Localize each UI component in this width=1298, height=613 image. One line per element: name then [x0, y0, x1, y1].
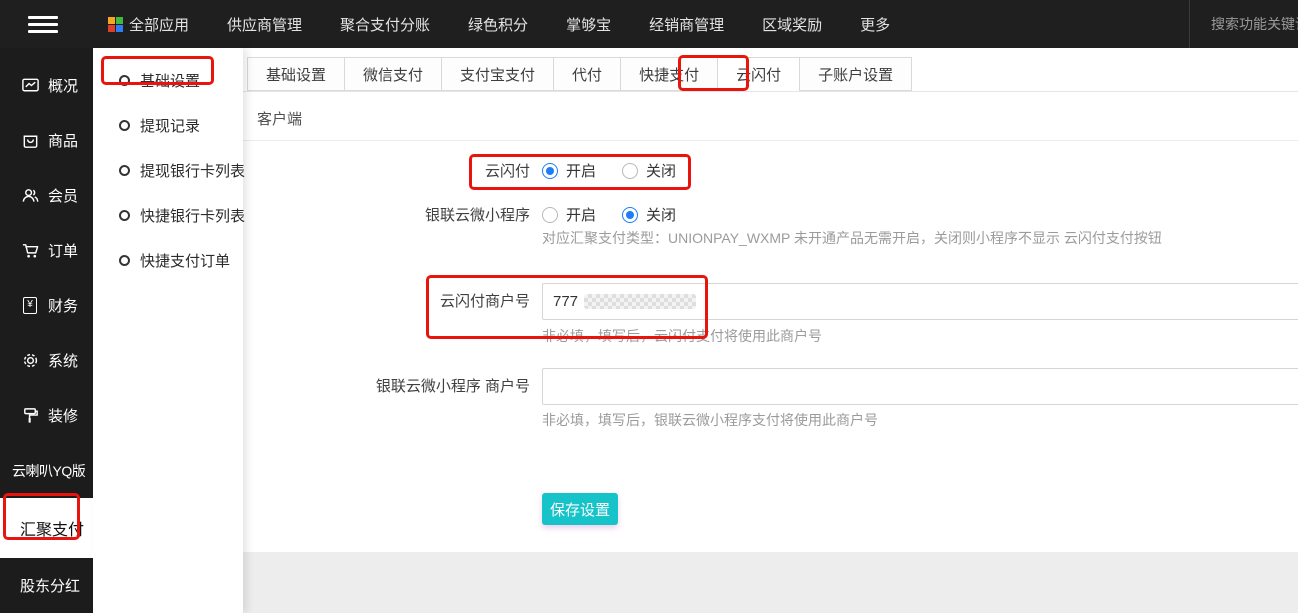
submenu-label: 基础设置 — [140, 73, 201, 90]
circle-bullet-icon — [119, 75, 130, 86]
submenu-label: 快捷银行卡列表 — [140, 208, 246, 225]
miniprogram-mchid-input[interactable] — [542, 368, 1298, 405]
miniprogram-mchid-helper: 非必填，填写后，银联云微小程序支付将使用此商户号 — [542, 412, 878, 428]
search-placeholder: 搜索功能关键词 — [1211, 16, 1298, 32]
sidebar-label: 商品 — [48, 133, 79, 150]
payment-tabbar: 基础设置 微信支付 支付宝支付 代付 快捷支付 云闪付 子账户设置 — [243, 57, 1298, 92]
submenu-label: 提现记录 — [140, 118, 201, 135]
radio-miniprogram-off[interactable]: 关闭 — [622, 204, 676, 225]
tab-unionpay-cloudflash[interactable]: 云闪付 — [717, 57, 801, 91]
submenu-sidebar: 基础设置 提现记录 提现银行卡列表 快捷银行卡列表 快捷支付订单 — [93, 48, 246, 613]
unionpay-mchid-label: 云闪付商户号 — [439, 293, 530, 310]
miniprogram-toggle-helper: 对应汇聚支付类型：UNIONPAY_WXMP 未开通产品无需开启，关闭则小程序不… — [542, 230, 1162, 246]
unionpay-toggle-label: 云闪付 — [484, 163, 530, 180]
save-settings-button[interactable]: 保存设置 — [542, 493, 618, 525]
topnav-region-reward[interactable]: 区域奖励 — [762, 14, 822, 35]
settings-panel: 基础设置 微信支付 支付宝支付 代付 快捷支付 云闪付 子账户设置 客户端 云闪… — [243, 48, 1298, 552]
radio-miniprogram-on[interactable]: 开启 — [542, 204, 596, 225]
sidebar-item-order[interactable]: 订单 — [0, 223, 93, 278]
radio-icon — [622, 206, 639, 223]
hamburger-menu-icon[interactable] — [28, 12, 58, 37]
overview-icon — [20, 76, 40, 96]
tab-alipay[interactable]: 支付宝支付 — [441, 57, 555, 91]
sidebar-item-decorate[interactable]: 装修 — [0, 388, 93, 443]
left-sidebar: 概况 商品 会员 订单 ¥ 财务 系统 装修 云喇叭YQ版 汇聚支付 股东分红 — [0, 48, 93, 613]
topnav-split-pay[interactable]: 聚合支付分账 — [340, 14, 430, 35]
tab-daifu[interactable]: 代付 — [553, 57, 622, 91]
sidebar-label: 系统 — [48, 353, 79, 370]
sidebar-label: 财务 — [48, 298, 79, 315]
miniprogram-mchid-label: 银联云微小程序 商户号 — [375, 378, 530, 395]
topnav-dealer[interactable]: 经销商管理 — [649, 14, 724, 35]
topnav-more[interactable]: 更多 — [860, 14, 890, 35]
tab-quickpay[interactable]: 快捷支付 — [620, 57, 719, 91]
miniprogram-toggle-radios: 开启 关闭 — [542, 204, 676, 225]
finance-icon: ¥ — [20, 296, 40, 316]
sidebar-label: 会员 — [48, 188, 79, 205]
admin-page: { "topbar": { "menu_items": [ { "label":… — [0, 0, 1298, 613]
apps-grid-icon — [108, 16, 123, 32]
submenu-item-withdraw-records[interactable]: 提现记录 — [93, 103, 243, 148]
circle-bullet-icon — [119, 210, 130, 221]
member-icon — [20, 186, 40, 206]
radio-unionpay-on[interactable]: 开启 — [542, 160, 596, 181]
redacted-mosaic — [584, 294, 696, 309]
miniprogram-toggle-label: 银联云微小程序 — [424, 207, 530, 224]
circle-bullet-icon — [119, 165, 130, 176]
topnav-green-points[interactable]: 绿色积分 — [468, 14, 528, 35]
sidebar-label: 订单 — [48, 243, 79, 260]
submenu-label: 快捷支付订单 — [140, 253, 231, 270]
sidebar-item-system[interactable]: 系统 — [0, 333, 93, 388]
goods-icon — [20, 131, 40, 151]
tab-subaccount-settings[interactable]: 子账户设置 — [799, 57, 913, 91]
topbar: 全部应用 供应商管理 聚合支付分账 绿色积分 掌够宝 经销商管理 区域奖励 更多… — [0, 0, 1298, 48]
sidebar-item-goods[interactable]: 商品 — [0, 113, 93, 168]
circle-bullet-icon — [119, 120, 130, 131]
sidebar-item-shareholder[interactable]: 股东分红 — [0, 558, 93, 613]
submenu-item-basic-settings[interactable]: 基础设置 — [93, 58, 243, 103]
subtab-client[interactable]: 客户端 — [257, 108, 302, 129]
tab-wechat-pay[interactable]: 微信支付 — [344, 57, 443, 91]
topnav-all-apps[interactable]: 全部应用 — [108, 14, 189, 35]
radio-icon — [622, 162, 639, 179]
search-input[interactable]: 搜索功能关键词 — [1190, 14, 1298, 34]
submenu-item-withdraw-bankcards[interactable]: 提现银行卡列表 — [93, 148, 246, 193]
submenu-item-quickpay-bankcards[interactable]: 快捷银行卡列表 — [93, 193, 246, 238]
unionpay-toggle-radios: 开启 关闭 — [542, 160, 676, 181]
decorate-icon — [20, 406, 40, 426]
radio-label: 关闭 — [646, 207, 677, 224]
radio-label: 开启 — [566, 163, 597, 180]
sidebar-label: 概况 — [48, 78, 79, 95]
radio-label: 关闭 — [646, 163, 677, 180]
sidebar-label: 装修 — [48, 408, 79, 425]
divider — [243, 140, 1298, 141]
sidebar-item-finance[interactable]: ¥ 财务 — [0, 278, 93, 333]
sidebar-item-overview[interactable]: 概况 — [0, 58, 93, 113]
circle-bullet-icon — [119, 255, 130, 266]
sidebar-item-member[interactable]: 会员 — [0, 168, 93, 223]
radio-icon — [542, 206, 558, 223]
order-icon — [20, 241, 40, 261]
sidebar-item-huiju-pay[interactable]: 汇聚支付 — [0, 498, 93, 558]
sidebar-item-yunlaba[interactable]: 云喇叭YQ版 — [0, 443, 93, 498]
radio-label: 开启 — [566, 207, 597, 224]
topnav-zhanggoubao[interactable]: 掌够宝 — [566, 14, 611, 35]
submenu-item-quickpay-orders[interactable]: 快捷支付订单 — [93, 238, 243, 283]
tab-basic-settings[interactable]: 基础设置 — [247, 57, 346, 91]
unionpay-mchid-wrap — [542, 283, 1298, 320]
content-area: 基础设置 微信支付 支付宝支付 代付 快捷支付 云闪付 子账户设置 客户端 云闪… — [243, 48, 1298, 613]
submenu-label: 提现银行卡列表 — [140, 163, 246, 180]
radio-icon — [542, 162, 558, 179]
unionpay-mchid-helper: 非必填，填写后，云闪付支付将使用此商户号 — [542, 328, 822, 344]
top-navigation: 全部应用 供应商管理 聚合支付分账 绿色积分 掌够宝 经销商管理 区域奖励 更多 — [108, 14, 890, 35]
system-icon — [20, 351, 40, 371]
radio-unionpay-off[interactable]: 关闭 — [622, 160, 676, 181]
topnav-label: 全部应用 — [129, 16, 190, 34]
topnav-supplier[interactable]: 供应商管理 — [227, 14, 302, 35]
